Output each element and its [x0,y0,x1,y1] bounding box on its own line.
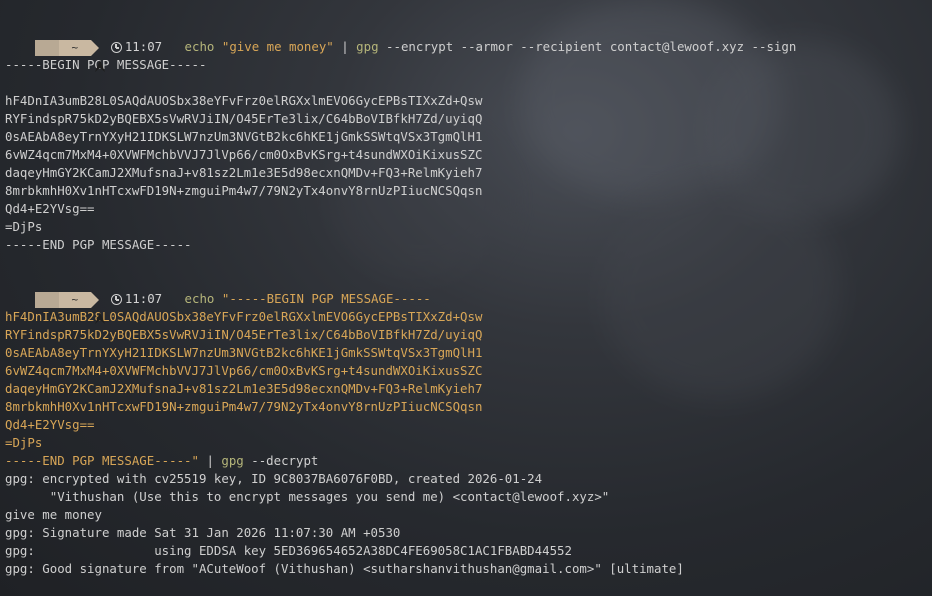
pgp-body-line: RYFindspR75kD2yBQEBX5sVwRVJiIN/O45ErTe3l… [5,111,483,126]
clock-icon [110,294,122,305]
prompt: ~ [34,39,105,72]
command-echo: echo [184,39,215,54]
arch-segment [34,39,105,72]
command-string-line: 6vWZ4qcm7MxM4+0XVWFMchbVVJ7JlVp66/cm0OxB… [5,363,483,378]
terminal[interactable]: ~ 11:07 echo "give me money" | gpg --enc… [5,20,932,578]
command-string-end: -----END PGP MESSAGE-----" [5,453,199,468]
pipe: | [206,453,214,468]
pgp-body-line: 8mrbkmhH0Xv1nHTcxwFD19N+zmguiPm4w7/79N2y… [5,183,483,198]
command-string: "give me money" [221,39,334,54]
clock-icon [110,42,122,53]
pgp-body-line: =DjPs [5,219,43,234]
prompt-line: ~ 11:07 echo "give me money" | gpg --enc… [5,20,932,72]
arch-logo-icon [94,311,105,324]
command-string-line: Qd4+E2YVsg== [5,417,95,432]
prompt-arrow [90,291,99,308]
gpg-output-line: gpg: encrypted with cv25519 key, ID 9C80… [5,471,543,486]
command-string: "-----BEGIN PGP MESSAGE----- [221,291,431,306]
command-string-line: 0sAEAbA8eyTrnYXyH21IDKSLW7nzUm3NVGtB2kc6… [5,345,483,360]
command-args: --encrypt --armor --recipient contact@le… [386,39,797,54]
gpg-output-line: gpg: Good signature from "ACuteWoof (Vit… [5,561,684,576]
prompt-time: 11:07 [124,291,163,306]
arch-segment [34,291,105,324]
gpg-output-line: "Vithushan (Use this to encrypt messages… [5,489,610,504]
cwd-segment: ~ [58,291,91,308]
command-args: --decrypt [251,453,319,468]
prompt-line: ~ 11:07 echo "-----BEGIN PGP MESSAGE----… [5,272,932,324]
pgp-end-line: -----END PGP MESSAGE----- [5,237,192,252]
gpg-output-line: gpg: Signature made Sat 31 Jan 2026 11:0… [5,525,401,540]
pgp-body-line: Qd4+E2YVsg== [5,201,95,216]
command-gpg: gpg [221,453,244,468]
prompt-time: 11:07 [124,39,163,54]
pgp-body-line: daqeyHmGY2KCamJ2XMufsnaJ+v81sz2Lm1e3E5d9… [5,165,483,180]
decrypted-message: give me money [5,507,102,522]
pgp-begin-line: -----BEGIN PGP MESSAGE----- [5,57,207,72]
command-string-line: RYFindspR75kD2yBQEBX5sVwRVJiIN/O45ErTe3l… [5,327,483,342]
command-string-line: daqeyHmGY2KCamJ2XMufsnaJ+v81sz2Lm1e3E5d9… [5,381,483,396]
command-string-line: 8mrbkmhH0Xv1nHTcxwFD19N+zmguiPm4w7/79N2y… [5,399,483,414]
gpg-output-line: gpg: using EDDSA key 5ED369654652A38DC4F… [5,543,572,558]
pgp-body-line: 0sAEAbA8eyTrnYXyH21IDKSLW7nzUm3NVGtB2kc6… [5,129,483,144]
prompt-arrow [90,39,99,56]
cwd-segment: ~ [58,39,91,56]
arch-logo-icon [94,59,105,72]
command-string-line: =DjPs [5,435,43,450]
command-gpg: gpg [356,39,379,54]
command-string-line: hF4DnIA3umB28L0SAQdAUOSbx38eYFvFrz0elRGX… [5,309,483,324]
command-string-end-line: -----END PGP MESSAGE-----" | gpg --decry… [5,452,932,470]
pgp-body-line: hF4DnIA3umB28L0SAQdAUOSbx38eYFvFrz0elRGX… [5,93,483,108]
pipe: | [341,39,349,54]
prompt: ~ [34,291,105,324]
command-echo: echo [184,291,215,306]
pgp-body-line: 6vWZ4qcm7MxM4+0XVWFMchbVVJ7JlVp66/cm0OxB… [5,147,483,162]
